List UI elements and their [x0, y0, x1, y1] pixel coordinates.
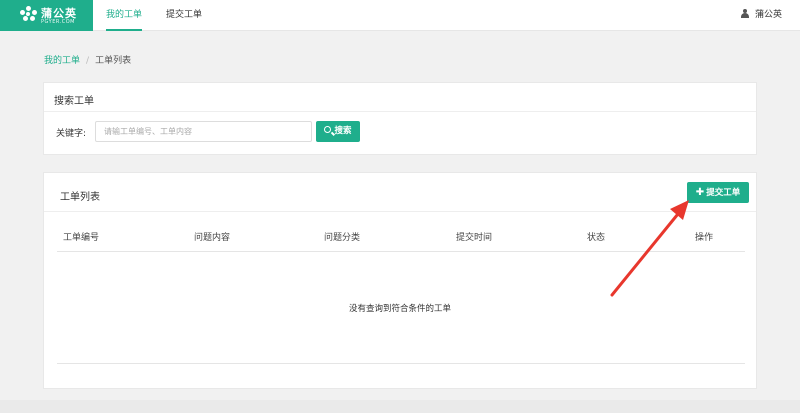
- search-button-label: 搜索: [334, 126, 352, 136]
- column-header-category[interactable]: 问题分类: [324, 230, 360, 243]
- table-bottom-divider: [57, 363, 745, 364]
- brand-subtitle: PGYER.COM: [41, 19, 75, 25]
- column-header-actions: 操作: [695, 233, 714, 243]
- breadcrumb-current: 工单列表: [95, 56, 132, 66]
- user-icon: [740, 9, 749, 18]
- column-header-submit-time[interactable]: 提交时间: [456, 230, 492, 243]
- ticket-list-title: 工单列表: [60, 192, 100, 203]
- ticket-list-divider: [44, 211, 756, 212]
- nav-my-tickets[interactable]: 我的工单: [106, 0, 143, 31]
- search-button[interactable]: 搜索: [316, 121, 360, 142]
- top-navbar: 蒲公英 PGYER.COM 我的工单 提交工单 蒲公英: [0, 0, 800, 31]
- plus-icon: ✚: [695, 187, 705, 198]
- search-panel-divider: [44, 111, 756, 112]
- column-header-status[interactable]: 状态: [587, 230, 605, 243]
- column-header-content[interactable]: 问题内容: [194, 230, 230, 243]
- ticket-list-panel: 工单列表 ✚ 提交工单 工单编号 问题内容 问题分类 提交时间 状态 操作 没有查…: [43, 172, 757, 389]
- breadcrumb: 我的工单 / 工单列表: [44, 53, 131, 66]
- search-icon: [324, 126, 332, 133]
- keyword-label: 关键字:: [56, 129, 87, 139]
- search-panel-title: 搜索工单: [54, 96, 94, 107]
- nav-submit-ticket[interactable]: 提交工单: [166, 0, 202, 31]
- user-menu[interactable]: 蒲公英: [740, 0, 782, 31]
- dandelion-icon: [20, 6, 38, 24]
- column-header-ticket-id[interactable]: 工单编号: [63, 230, 99, 243]
- submit-ticket-button[interactable]: ✚ 提交工单: [687, 182, 749, 203]
- breadcrumb-my-tickets[interactable]: 我的工单: [44, 56, 80, 66]
- brand-logo[interactable]: 蒲公英 PGYER.COM: [0, 0, 93, 31]
- submit-ticket-button-label: 提交工单: [706, 188, 741, 198]
- table-header-divider: [57, 251, 745, 252]
- user-name: 蒲公英: [754, 10, 782, 20]
- empty-state-message: 没有查询到符合条件的工单: [348, 304, 451, 314]
- keyword-search-input[interactable]: [95, 121, 312, 142]
- search-panel: 搜索工单 关键字: 搜索: [43, 82, 757, 155]
- footer-band: [0, 400, 800, 413]
- breadcrumb-separator: /: [86, 56, 90, 66]
